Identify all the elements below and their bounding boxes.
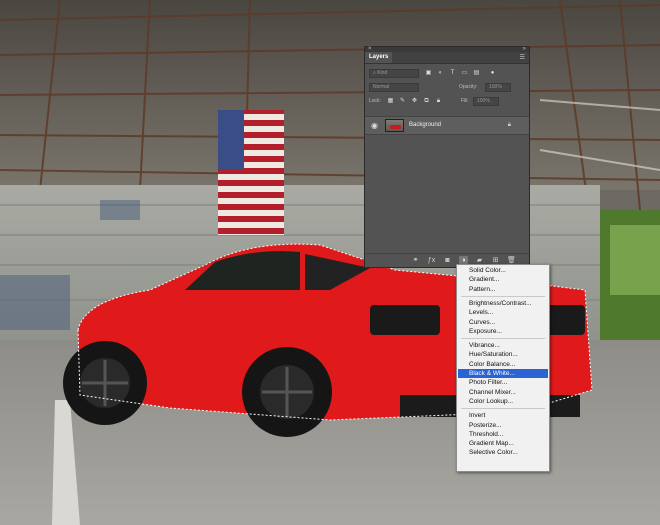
- menu-item[interactable]: Gradient Map...: [458, 439, 548, 448]
- menu-item[interactable]: Photo Filter...: [458, 378, 548, 387]
- panel-tab-bar: Layers ☰: [365, 52, 529, 64]
- menu-separator: [461, 408, 545, 410]
- lock-label: Lock:: [369, 98, 381, 104]
- lock-transparent-icon[interactable]: ▦: [387, 98, 394, 105]
- blend-row: Normal Opacity: 100%: [369, 83, 525, 92]
- visibility-eye-icon[interactable]: ◉: [371, 121, 378, 130]
- menu-item[interactable]: Levels...: [458, 308, 548, 317]
- opacity-field[interactable]: 100%: [485, 83, 511, 92]
- filter-toggle-icon[interactable]: ●: [489, 70, 496, 77]
- menu-item[interactable]: Selective Color...: [458, 448, 548, 457]
- menu-item[interactable]: Black & White...: [458, 369, 548, 379]
- lock-paint-icon[interactable]: ✎: [399, 98, 406, 105]
- panel-menu-icon[interactable]: ☰: [520, 54, 525, 61]
- type-filter-icon[interactable]: T: [449, 70, 456, 77]
- menu-item[interactable]: Invert: [458, 411, 548, 420]
- menu-item[interactable]: Color Balance...: [458, 360, 548, 369]
- adjustment-layer-menu: Solid Color... Gradient... Pattern... Brigh…: [456, 264, 550, 472]
- blend-mode-dropdown[interactable]: Normal: [369, 83, 419, 92]
- layer-thumbnail: [385, 119, 404, 132]
- tab-layers[interactable]: Layers: [365, 52, 393, 63]
- filter-row: ⌕ Kind ▣ ◐ T ▭ ▤ ●: [369, 69, 525, 78]
- menu-item[interactable]: Vibrance...: [458, 341, 548, 350]
- menu-item[interactable]: Color Lookup...: [458, 397, 548, 406]
- search-icon: ⌕: [373, 70, 376, 76]
- menu-item[interactable]: Pattern...: [458, 285, 548, 294]
- fx-icon[interactable]: ƒx: [427, 256, 436, 265]
- layer-name: Background: [409, 122, 442, 128]
- shape-filter-icon[interactable]: ▭: [461, 70, 468, 77]
- menu-item[interactable]: Channel Mixer...: [458, 388, 548, 397]
- kind-filter-dropdown[interactable]: ⌕ Kind: [369, 69, 419, 78]
- opacity-label: Opacity:: [459, 84, 478, 90]
- fill-label: Fill:: [461, 98, 469, 104]
- layers-panel: × » Layers ☰ ⌕ Kind ▣ ◐ T ▭ ▤ ● Normal O…: [364, 46, 530, 268]
- menu-item[interactable]: Curves...: [458, 318, 548, 327]
- lock-position-icon[interactable]: ✥: [411, 98, 418, 105]
- menu-item[interactable]: Posterize...: [458, 421, 548, 430]
- smart-object-filter-icon[interactable]: ▤: [473, 70, 480, 77]
- link-layers-icon[interactable]: ⚭: [411, 256, 420, 265]
- add-mask-icon[interactable]: ◙: [443, 256, 452, 265]
- pixel-filter-icon[interactable]: ▣: [425, 70, 432, 77]
- lock-row: Lock: ▦ ✎ ✥ ⧉ 🔒︎ Fill: 100%: [369, 97, 525, 106]
- menu-item[interactable]: Exposure...: [458, 327, 548, 336]
- lock-artboard-icon[interactable]: ⧉: [423, 98, 430, 105]
- menu-item[interactable]: Hue/Saturation...: [458, 350, 548, 359]
- fill-field[interactable]: 100%: [473, 97, 499, 106]
- menu-item[interactable]: Brightness/Contrast...: [458, 299, 548, 308]
- menu-separator: [461, 295, 545, 297]
- adjustment-filter-icon[interactable]: ◐: [437, 70, 444, 77]
- background-photo: [0, 0, 660, 525]
- menu-item[interactable]: Solid Color...: [458, 266, 548, 275]
- menu-separator: [461, 338, 545, 340]
- menu-item[interactable]: Threshold...: [458, 430, 548, 439]
- lock-all-icon[interactable]: 🔒︎: [435, 98, 442, 105]
- layer-row-background[interactable]: ◉ Background 🔒︎: [365, 116, 529, 135]
- kind-filter-value: Kind: [377, 70, 388, 76]
- menu-item[interactable]: Gradient...: [458, 275, 548, 284]
- lock-icon: 🔒︎: [507, 122, 511, 128]
